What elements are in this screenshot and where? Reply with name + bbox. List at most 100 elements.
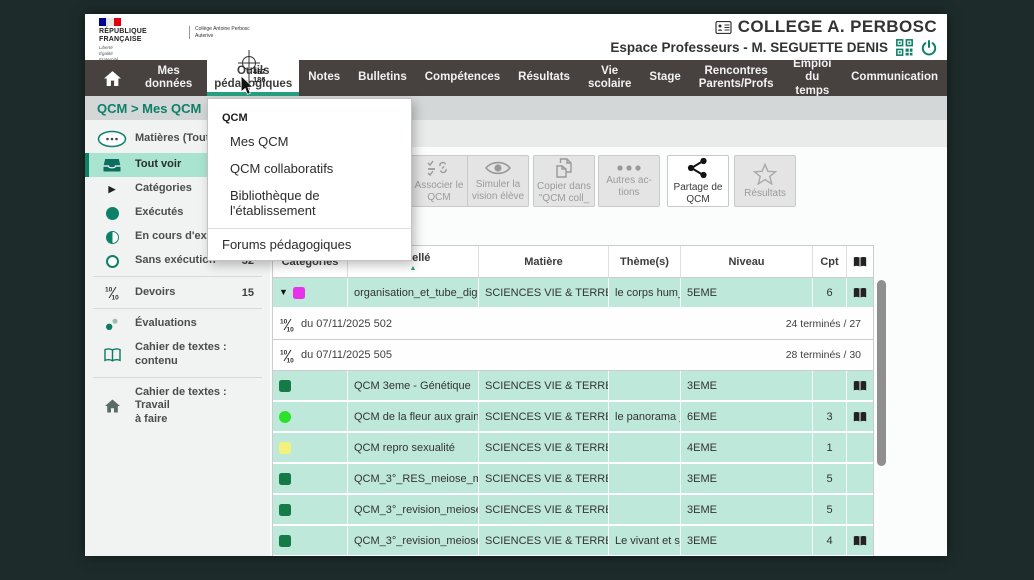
book-dark-icon <box>853 287 867 299</box>
book-cell[interactable] <box>847 371 873 400</box>
category-cell[interactable] <box>273 526 348 555</box>
svg-text:10: 10 <box>280 349 288 356</box>
nav-item-mes-donnees[interactable]: Mes données <box>130 60 207 96</box>
autres-actions-button[interactable]: Autres ac- tions <box>598 155 660 207</box>
table-row[interactable]: QCM_3°_revision_meiose_nSCIENCES VIE & T… <box>273 495 873 526</box>
id-card-icon <box>715 21 732 34</box>
home-icon <box>104 71 121 86</box>
toolbar-button-label: Simuler la vision élève <box>472 179 524 202</box>
outils-pedagogiques-menu: QCM Mes QCMQCM collaboratifsBibliothèque… <box>207 98 412 261</box>
table-row[interactable]: QCM repro sexualitéSCIENCES VIE & TERRE4… <box>273 433 873 464</box>
matiere-cell: SCIENCES VIE & TERRE <box>479 526 609 555</box>
circle-empty-icon <box>106 255 119 268</box>
session-label: du 07/11/2025 502 <box>301 318 392 330</box>
table-row[interactable]: QCM_3°_RES_meiose_mitoSCIENCES VIE & TER… <box>273 464 873 495</box>
category-cell[interactable] <box>273 433 348 462</box>
menu-item[interactable]: Bibliothèque de l'établissement <box>208 182 411 224</box>
nav-item-label: Compétences <box>425 71 500 84</box>
nav-item-stage[interactable]: Stage <box>640 60 689 96</box>
book-cell[interactable] <box>847 495 873 524</box>
category-cell[interactable] <box>273 402 348 431</box>
circle-half-icon <box>106 231 119 244</box>
school-small-name: Collège Antoine Perbosc Auterive <box>189 26 250 39</box>
nav-item-resultats[interactable]: Résultats <box>509 60 579 96</box>
book-cell[interactable] <box>847 433 873 462</box>
resultats-button[interactable]: Résultats <box>734 155 796 207</box>
menu-item-forums-pedagogiques[interactable]: Forums pédagogiques <box>208 228 411 260</box>
qr-code-icon[interactable] <box>896 39 913 56</box>
nav-item-notes[interactable]: Notes <box>299 60 349 96</box>
category-cell[interactable] <box>273 495 348 524</box>
menu-item[interactable]: Mes QCM <box>208 128 411 155</box>
school-identity: COLLEGE A. PERBOSC Espace Professeurs - … <box>610 17 937 56</box>
copier-qcm-button[interactable]: Copier dans "QCM coll_ <box>533 155 595 207</box>
niveau-cell: 3EME <box>681 464 813 493</box>
matiere-cell: SCIENCES VIE & TERRE <box>479 464 609 493</box>
cpt-cell <box>813 371 847 400</box>
column-header-3[interactable]: Thème(s) <box>609 246 681 277</box>
main-nav: Mes données Outils pédagogiques NotesBulle… <box>85 60 947 96</box>
nav-item-label: Résultats <box>518 71 570 84</box>
category-cell[interactable]: ▼ <box>273 278 348 307</box>
cpt-cell: 5 <box>813 495 847 524</box>
table-row[interactable]: QCM_3°_revision_meiose_nSCIENCES VIE & T… <box>273 526 873 556</box>
nav-item-label: Stage <box>649 71 680 84</box>
copy-icon <box>554 158 574 178</box>
sidebar-item-devoirs[interactable]: 1010Devoirs15 <box>85 280 270 305</box>
toolbar-button-label: Associer le QCM <box>415 180 464 203</box>
caret-down-icon: ▼ <box>279 288 288 297</box>
column-header-5[interactable]: Cpt <box>813 246 847 277</box>
partage-qcm-button[interactable]: Partage de QCM <box>667 155 729 207</box>
book-cell[interactable] <box>847 526 873 555</box>
nav-item-vie-scolaire[interactable]: Vie scolaire <box>579 60 640 96</box>
cpt-cell: 3 <box>813 402 847 431</box>
grade-fraction-icon: 1010 <box>280 317 295 332</box>
column-header-2[interactable]: Matière <box>479 246 609 277</box>
column-header-4[interactable]: Niveau <box>681 246 813 277</box>
category-cell[interactable] <box>273 464 348 493</box>
simuler-vision-eleve-button[interactable]: Simuler la vision élève <box>467 155 529 207</box>
nav-item-rencontres-parents-profs[interactable]: Rencontres Parents/Profs <box>690 60 783 96</box>
book-dark-icon <box>853 535 867 547</box>
book-cell[interactable] <box>847 278 873 307</box>
themes-cell <box>609 495 681 524</box>
session-row[interactable]: 1010du 07/11/2025 50224 terminés / 27 <box>273 309 873 340</box>
nav-item-emploi-du-temps[interactable]: Emploi du temps <box>783 60 843 96</box>
table-row[interactable]: ▼organisation_et_tube_digesSCIENCES VIE … <box>273 278 873 309</box>
session-row[interactable]: 1010du 07/11/2025 50528 terminés / 30 <box>273 340 873 371</box>
house-icon <box>105 399 120 413</box>
category-cell[interactable] <box>273 371 348 400</box>
toolbar-button-label: Résultats <box>744 188 786 200</box>
menu-section-header: QCM <box>208 107 411 128</box>
nav-item-label: Emploi du temps <box>792 58 834 98</box>
category-color-marker <box>279 442 291 454</box>
gov-logo-title: RÉPUBLIQUE FRANÇAISE <box>99 28 177 43</box>
sidebar-item-evaluations[interactable]: Évaluations <box>85 312 270 336</box>
nav-item-competences[interactable]: Compétences <box>416 60 509 96</box>
nav-item-communication[interactable]: Communication <box>842 60 947 96</box>
nav-item-label: Outils pédagogiques <box>214 65 292 91</box>
cpt-cell: 1 <box>813 433 847 462</box>
table-row[interactable]: QCM 3eme - GénétiqueSCIENCES VIE & TERRE… <box>273 371 873 402</box>
matiere-cell: SCIENCES VIE & TERRE <box>479 433 609 462</box>
menu-item[interactable]: QCM collaboratifs <box>208 155 411 182</box>
table-row[interactable]: QCM de la fleur aux grainesSCIENCES VIE … <box>273 402 873 433</box>
book-dark-icon <box>853 380 867 392</box>
table-scrollbar[interactable] <box>877 280 886 466</box>
nav-item-home[interactable] <box>95 60 130 96</box>
logout-power-icon[interactable] <box>921 40 937 56</box>
column-header-book[interactable] <box>847 246 873 277</box>
book-cell[interactable] <box>847 402 873 431</box>
sidebar-item-cahier-travail[interactable]: Cahier de textes : Travail à faire <box>85 381 270 432</box>
book-cell[interactable] <box>847 464 873 493</box>
nav-item-outils-pedagogiques[interactable]: Outils pédagogiques <box>207 60 299 96</box>
share-icon <box>686 157 710 179</box>
associer-qcm-button[interactable]: Associer le QCM <box>408 155 470 207</box>
matieres-ellipsis-icon <box>97 130 127 148</box>
cpt-cell: 5 <box>813 464 847 493</box>
sidebar-item-cahier-contenu[interactable]: Cahier de textes : contenu <box>85 336 270 374</box>
libelle-cell: QCM_3°_RES_meiose_mito <box>348 464 479 493</box>
sidebar-separator <box>93 377 262 378</box>
nav-item-bulletins[interactable]: Bulletins <box>349 60 416 96</box>
breadcrumb[interactable]: QCM > Mes QCM <box>97 101 201 116</box>
